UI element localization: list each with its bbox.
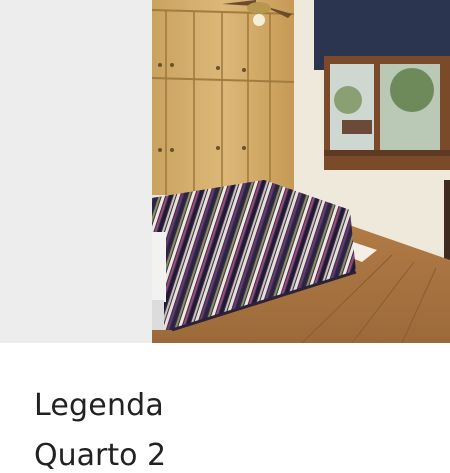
wardrobe: [152, 0, 295, 195]
bedroom-photo[interactable]: [152, 0, 450, 343]
caption-title: Legenda: [34, 388, 164, 423]
caption-subtitle: Quarto 2: [34, 438, 167, 473]
left-blank-panel: [0, 0, 152, 343]
window: [314, 0, 450, 170]
